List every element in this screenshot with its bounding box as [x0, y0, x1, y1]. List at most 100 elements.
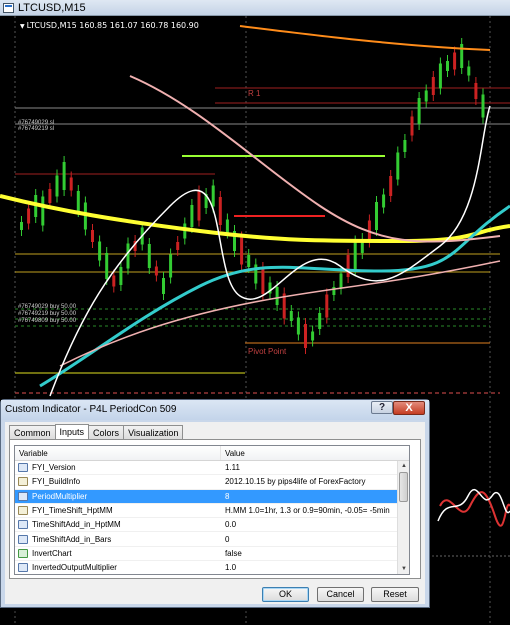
input-value-cell[interactable]: false [221, 549, 409, 558]
oscillator-red-line [439, 491, 510, 527]
candle-body [119, 267, 123, 285]
candle-body [162, 278, 165, 294]
candle-body [211, 185, 215, 207]
candle-body [353, 241, 357, 271]
r1-label: R 1 [248, 89, 261, 98]
buy-order-label: #76749029 buy 50.00 [18, 304, 77, 310]
tab-visualization[interactable]: Visualization [123, 425, 184, 439]
grid-scrollbar[interactable]: ▲ ▼ [397, 461, 409, 574]
chart-symbol-info: ▼ LTCUSD,M15 160.85 161.07 160.78 160.90 [20, 21, 199, 30]
inputs-grid[interactable]: Variable Value FYI_Version 1.11 FYI_BuildI… [14, 445, 410, 575]
input-row[interactable]: InvertedOutputMultiplier 1.0 [15, 561, 409, 574]
candle-body [446, 61, 449, 71]
dialog-title: Custom Indicator - P4L PeriodCon 509 [5, 404, 177, 415]
double-type-icon [18, 520, 28, 530]
tab-colors[interactable]: Colors [88, 425, 125, 439]
input-variable-name: FYI_BuildInfo [32, 477, 81, 487]
candle-body [431, 77, 435, 95]
input-value-cell[interactable]: 1.0 [221, 563, 409, 572]
tab-inputs[interactable]: Inputs [54, 424, 90, 439]
scroll-thumb[interactable] [399, 472, 408, 502]
chart-window-titlebar[interactable]: LTCUSD,M15 [0, 0, 510, 16]
input-row[interactable]: TimeShiftAdd_in_Bars 0 [15, 532, 409, 547]
reset-button[interactable]: Reset [371, 587, 419, 602]
scroll-down-icon[interactable]: ▼ [398, 564, 409, 574]
candle-body [325, 294, 329, 318]
input-variable-cell[interactable]: PeriodMultiplier [15, 491, 221, 501]
input-variable-cell[interactable]: TimeShiftAdd_in_HptMM [15, 520, 221, 530]
dialog-titlebar[interactable]: Custom Indicator - P4L PeriodCon 509 [1, 400, 429, 420]
dialog-body: Common Inputs Colors Visualization Varia… [5, 422, 425, 604]
candle-body [225, 219, 229, 233]
candle-body [240, 237, 244, 265]
candle-body [396, 152, 400, 180]
candle-body [112, 275, 116, 287]
ok-button[interactable]: OK [262, 587, 309, 602]
input-value-cell[interactable]: 1.11 [221, 463, 409, 472]
input-variable-cell[interactable]: FYI_BuildInfo [15, 477, 221, 487]
candle-body [275, 287, 279, 305]
input-value-cell[interactable]: 0.0 [221, 520, 409, 529]
close-button[interactable]: X [393, 401, 425, 415]
string-type-icon [18, 506, 28, 516]
candle-body [410, 116, 414, 136]
input-variable-cell[interactable]: TimeShiftAdd_in_Bars [15, 534, 221, 544]
integer-type-icon [18, 534, 28, 544]
input-variable-cell[interactable]: FYI_Version [15, 463, 221, 473]
screen: LTCUSD,M15 R 1 #76749029 sl #76749219 sl #7… [0, 0, 510, 625]
input-variable-cell[interactable]: InvertedOutputMultiplier [15, 563, 221, 573]
input-value-cell[interactable]: 2012.10.15 by pips4life of ForexFactory [221, 477, 409, 486]
yellow-moving-average [0, 194, 510, 244]
buy-order-label: #76749809 buy 50.00 [18, 318, 77, 324]
candle-body [304, 324, 307, 348]
pivot-label: Pivot Point [248, 347, 287, 356]
candle-body [41, 196, 45, 226]
input-variable-name: InvertChart [32, 548, 72, 558]
help-button[interactable]: ? [371, 401, 393, 414]
candle-body [69, 177, 73, 191]
candle-body [424, 90, 428, 102]
input-row[interactable]: FYI_BuildInfo 2012.10.15 by pips4life of … [15, 475, 409, 490]
input-variable-name: InvertedOutputMultiplier [32, 563, 117, 573]
cyan-moving-average [39, 204, 510, 388]
input-value-cell[interactable]: 8 [221, 492, 409, 501]
input-row[interactable]: InvertChart false [15, 547, 409, 562]
candle-body [197, 191, 201, 221]
tab-common[interactable]: Common [9, 425, 56, 439]
candle-body [20, 222, 23, 230]
candle-body [105, 253, 109, 279]
candle-body [481, 94, 485, 118]
input-variable-cell[interactable]: FYI_TimeShift_HptMM [15, 506, 221, 516]
cancel-button[interactable]: Cancel [317, 587, 364, 602]
candle-body [55, 175, 59, 197]
candle-body [332, 287, 336, 295]
input-row[interactable]: TimeShiftAdd_in_HptMM 0.0 [15, 518, 409, 533]
candle-body [247, 255, 251, 267]
column-header-value[interactable]: Value [221, 446, 409, 460]
candle-body [296, 317, 300, 335]
column-header-variable[interactable]: Variable [15, 446, 221, 460]
close-icon: X [405, 402, 413, 414]
candle-body [154, 266, 158, 276]
input-value-cell[interactable]: H.MM 1.0=1hr, 1.3 or 0.9=90min, -0.05= -… [221, 506, 409, 515]
candle-body [62, 162, 66, 190]
help-icon: ? [378, 402, 386, 413]
input-row[interactable]: FYI_Version 1.11 [15, 461, 409, 476]
candle-body [346, 255, 350, 277]
input-value-cell[interactable]: 0 [221, 535, 409, 544]
candle-body [453, 52, 457, 70]
input-row[interactable]: FYI_TimeShift_HptMM H.MM 1.0=1hr, 1.3 or … [15, 504, 409, 519]
candle-body [375, 202, 378, 230]
scroll-up-icon[interactable]: ▲ [398, 461, 409, 471]
inputs-panel: Variable Value FYI_Version 1.11 FYI_BuildI… [9, 439, 421, 579]
candle-body [474, 83, 478, 99]
candle-body [389, 176, 393, 196]
input-variable-cell[interactable]: InvertChart [15, 548, 221, 558]
candle-body [403, 140, 407, 152]
collapse-triangle-icon[interactable]: ▼ [20, 23, 25, 30]
input-row[interactable]: PeriodMultiplier 8 [15, 489, 409, 504]
custom-indicator-dialog: Custom Indicator - P4L PeriodCon 509 ? X… [0, 399, 430, 608]
candle-body [218, 197, 222, 225]
symbol-ohlc-text: LTCUSD,M15 160.85 161.07 160.78 160.90 [26, 21, 199, 30]
input-variable-name: TimeShiftAdd_in_HptMM [32, 520, 121, 530]
